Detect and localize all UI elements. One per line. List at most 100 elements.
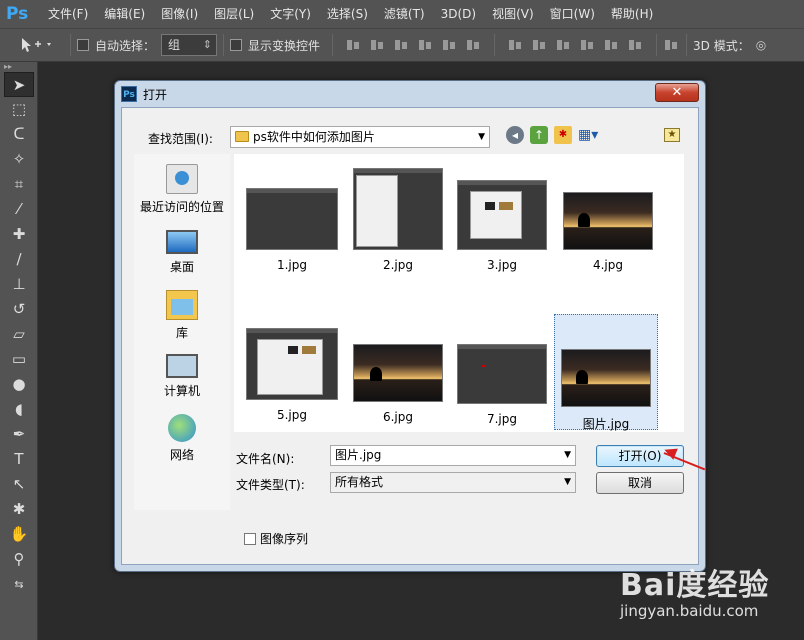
lookin-value: ps软件中如何添加图片 (253, 130, 375, 144)
file-thumbnail (561, 349, 651, 407)
menu-window[interactable]: 窗口(W) (542, 0, 603, 28)
image-sequence-checkbox[interactable] (244, 532, 256, 545)
marquee-tool-icon[interactable]: ⬚ (4, 97, 34, 122)
lookin-dropdown[interactable]: ps软件中如何添加图片 ▼ (230, 126, 490, 148)
place-label: 计算机 (163, 384, 200, 398)
filetype-select[interactable]: 所有格式 ▼ (330, 472, 576, 493)
menu-file[interactable]: 文件(F) (40, 0, 96, 28)
healing-brush-tool-icon[interactable]: ✚ (4, 222, 34, 247)
distribute-bottom-icon[interactable] (555, 37, 572, 53)
file-item[interactable]: 2.jpg (346, 168, 450, 272)
favorite-folder-icon[interactable]: ★ (664, 128, 680, 142)
menu-type[interactable]: 文字(Y) (262, 0, 319, 28)
clone-stamp-tool-icon[interactable]: ⊥ (4, 272, 34, 297)
chevron-down-icon[interactable]: ▼ (564, 446, 571, 465)
move-tool-icon[interactable]: ➤ (4, 72, 34, 97)
gradient-tool-icon[interactable]: ▭ (4, 347, 34, 372)
cancel-button[interactable]: 取消 (596, 472, 684, 494)
close-button[interactable]: ✕ (655, 83, 699, 102)
dialog-titlebar[interactable]: Ps 打开 ✕ (115, 81, 705, 107)
folder-icon (235, 131, 249, 142)
dodge-tool-icon[interactable]: ◖ (4, 397, 34, 422)
menu-3d[interactable]: 3D(D) (433, 0, 484, 28)
distribute-vcenter-icon[interactable] (531, 37, 548, 53)
swap-colors-icon[interactable]: ⇆ (4, 572, 34, 597)
back-icon[interactable]: ◂ (506, 126, 524, 144)
auto-select-checkbox[interactable] (77, 39, 89, 51)
custom-shape-tool-icon[interactable]: ✱ (4, 497, 34, 522)
crop-tool-icon[interactable]: ⌗ (4, 172, 34, 197)
zoom-tool-icon[interactable]: ⚲ (4, 547, 34, 572)
magic-wand-tool-icon[interactable]: ✧ (4, 147, 34, 172)
photoshop-logo: Ps (6, 4, 29, 24)
chevron-down-icon: ▼ (478, 132, 485, 142)
menu-edit[interactable]: 编辑(E) (96, 0, 153, 28)
place-recent[interactable]: 最近访问的位置 (134, 164, 230, 215)
move-tool-preset-picker[interactable] (14, 33, 64, 57)
place-libraries[interactable]: 库 (134, 290, 230, 341)
place-desktop[interactable]: 桌面 (134, 230, 230, 275)
computer-icon (166, 354, 198, 378)
eraser-tool-icon[interactable]: ▱ (4, 322, 34, 347)
new-folder-icon[interactable]: ✱ (554, 126, 572, 144)
brush-tool-icon[interactable]: ∕ (4, 247, 34, 272)
watermark: Bai度经验 jingyan.baidu.com (606, 560, 802, 638)
show-transform-label: 显示变换控件 (248, 38, 321, 53)
align-top-icon[interactable] (345, 37, 362, 53)
filename-input[interactable]: 图片.jpg ▼ (330, 445, 576, 466)
path-selection-tool-icon[interactable]: ↖ (4, 472, 34, 497)
file-item[interactable]: 5.jpg (240, 328, 344, 422)
align-hcenter-icon[interactable] (441, 37, 458, 53)
lasso-tool-icon[interactable]: ᑕ (4, 122, 34, 147)
menu-layer[interactable]: 图层(L) (206, 0, 262, 28)
filename-value: 图片.jpg (335, 448, 382, 462)
align-bottom-icon[interactable] (393, 37, 410, 53)
align-vcenter-icon[interactable] (369, 37, 386, 53)
menu-select[interactable]: 选择(S) (319, 0, 376, 28)
menu-bar: Ps 文件(F) 编辑(E) 图像(I) 图层(L) 文字(Y) 选择(S) 滤… (0, 0, 804, 28)
separator (686, 34, 688, 56)
3d-rotate-icon[interactable]: ◎ (756, 38, 766, 52)
auto-align-icon[interactable] (663, 37, 680, 53)
menu-image[interactable]: 图像(I) (153, 0, 206, 28)
align-right-icon[interactable] (465, 37, 482, 53)
image-sequence-option[interactable]: 图像序列 (244, 530, 308, 547)
place-label: 库 (175, 326, 188, 340)
file-item-selected[interactable]: 图片.jpg (554, 314, 658, 431)
distribute-right-icon[interactable] (627, 37, 644, 53)
file-name: 图片.jpg (582, 417, 630, 431)
hand-tool-icon[interactable]: ✋ (4, 522, 34, 547)
show-transform-checkbox[interactable] (230, 39, 243, 51)
file-item[interactable]: 4.jpg (556, 192, 660, 272)
distribute-left-icon[interactable] (579, 37, 596, 53)
place-label: 最近访问的位置 (139, 200, 224, 214)
file-name: 5.jpg (276, 408, 308, 422)
view-menu-icon[interactable]: ▦▾ (578, 126, 604, 144)
type-tool-icon[interactable]: T (4, 447, 34, 472)
blur-tool-icon[interactable]: ● (4, 372, 34, 397)
chevron-down-icon[interactable]: ▼ (564, 473, 571, 492)
file-item[interactable]: 3.jpg (450, 180, 554, 272)
distribute-top-icon[interactable] (507, 37, 524, 53)
panel-grip-icon[interactable]: ▸▸ (0, 62, 37, 72)
align-left-icon[interactable] (417, 37, 434, 53)
pen-tool-icon[interactable]: ✒ (4, 422, 34, 447)
filetype-value: 所有格式 (335, 475, 384, 489)
up-folder-icon[interactable]: ↑ (530, 126, 548, 144)
file-item[interactable]: 1.jpg (240, 188, 344, 272)
watermark-logo: Bai度经验 (620, 568, 770, 603)
watermark-url: jingyan.baidu.com (620, 602, 759, 620)
place-computer[interactable]: 计算机 (134, 354, 230, 399)
history-brush-tool-icon[interactable]: ↺ (4, 297, 34, 322)
menu-filter[interactable]: 滤镜(T) (376, 0, 433, 28)
file-item[interactable]: 6.jpg (346, 344, 450, 424)
distribute-hcenter-icon[interactable] (603, 37, 620, 53)
menu-view[interactable]: 视图(V) (484, 0, 542, 28)
file-list: 1.jpg 2.jpg 3.jpg 4.jpg 5.jpg 6.jpg 7.jp… (234, 154, 684, 432)
eyedropper-tool-icon[interactable]: ⁄ (4, 197, 34, 222)
auto-select-dropdown[interactable]: 组 (161, 34, 218, 56)
place-network[interactable]: 网络 (134, 414, 230, 463)
file-item[interactable]: 7.jpg (450, 344, 554, 426)
dialog-body: 查找范围(I): ps软件中如何添加图片 ▼ ◂ ↑ ✱ ▦▾ ★ 最近访问的位… (121, 107, 699, 565)
menu-help[interactable]: 帮助(H) (603, 0, 661, 28)
